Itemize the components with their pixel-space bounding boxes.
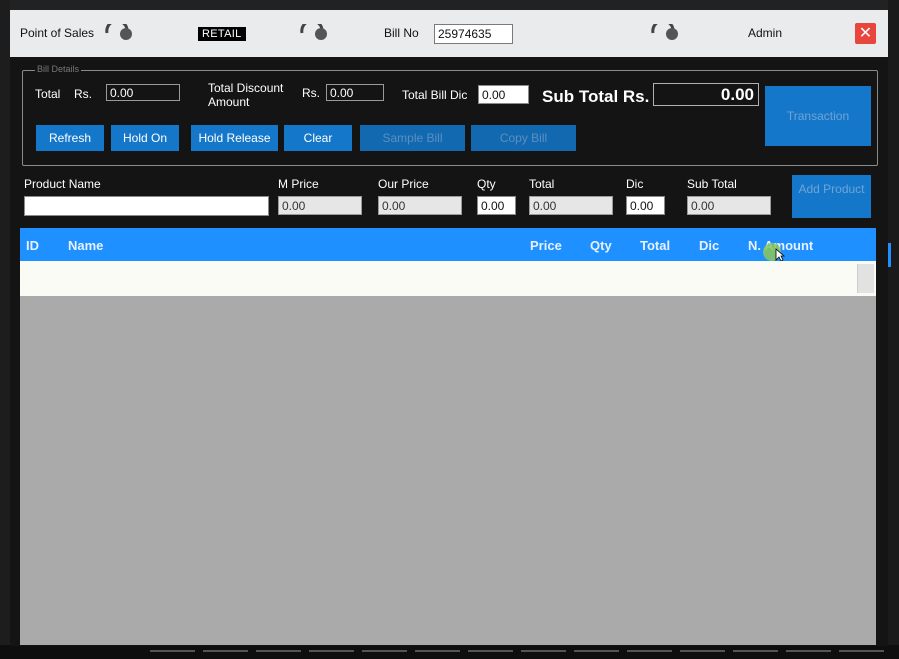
background-desktop-left — [0, 0, 10, 659]
qty-label: Qty — [477, 177, 496, 191]
total-field[interactable] — [106, 84, 180, 101]
product-name-field[interactable] — [24, 196, 269, 216]
product-sub-total-label: Sub Total — [687, 177, 737, 191]
m-price-field[interactable] — [278, 196, 362, 215]
total-label: Total — [35, 87, 61, 101]
total-discount-label: Total Discount Amount — [208, 81, 284, 109]
total-discount-field[interactable] — [326, 84, 384, 101]
product-name-label: Product Name — [24, 177, 101, 191]
toggle-icon[interactable] — [300, 24, 330, 42]
mouse-cursor-icon — [775, 248, 785, 262]
our-price-label: Our Price — [378, 177, 429, 191]
hold-release-button[interactable]: Hold Release — [191, 125, 278, 151]
toggle-icon[interactable] — [105, 24, 135, 42]
sample-bill-button[interactable]: Sample Bill — [360, 125, 465, 151]
grid-col-price[interactable]: Price — [530, 238, 562, 253]
transaction-button[interactable]: Transaction — [765, 86, 871, 146]
pos-window: Point of Sales RETAIL Bill No Admin ✕ Bi… — [10, 10, 888, 646]
discount-rs-label: Rs. — [302, 86, 320, 100]
total-rs-label: Rs. — [74, 87, 92, 101]
grid-col-id[interactable]: ID — [26, 238, 39, 253]
background-desktop-top — [0, 0, 899, 10]
grid-col-qty[interactable]: Qty — [590, 238, 612, 253]
mode-badge: RETAIL — [198, 27, 246, 41]
add-product-button[interactable]: Add Product — [792, 175, 871, 218]
items-grid[interactable]: ID Name Price Qty Total Dic N. Amount — [20, 228, 876, 645]
sub-total-value: 0.00 — [653, 83, 759, 106]
product-sub-total-field[interactable] — [687, 196, 771, 215]
m-price-label: M Price — [278, 177, 319, 191]
total-bill-dic-label: Total Bill Dic — [402, 88, 468, 102]
table-row[interactable] — [20, 261, 876, 296]
dic-field[interactable] — [626, 196, 665, 215]
user-name: Admin — [748, 26, 783, 40]
grid-col-name[interactable]: Name — [68, 238, 103, 253]
total-col-label: Total — [529, 177, 555, 191]
qty-field[interactable] — [477, 196, 516, 215]
app-title: Point of Sales — [20, 26, 95, 40]
dic-label: Dic — [626, 177, 644, 191]
group-legend: Bill Details — [35, 64, 82, 74]
our-price-field[interactable] — [378, 196, 462, 215]
hold-on-button[interactable]: Hold On — [111, 125, 179, 151]
copy-bill-button[interactable]: Copy Bill — [471, 125, 576, 151]
clear-button[interactable]: Clear — [284, 125, 352, 151]
total-bill-dic-field[interactable] — [478, 85, 529, 104]
grid-col-total[interactable]: Total — [640, 238, 670, 253]
refresh-button[interactable]: Refresh — [36, 125, 104, 151]
bill-no-field[interactable] — [434, 24, 513, 44]
taskbar-strip — [0, 645, 899, 659]
sub-total-label: Sub Total Rs. — [542, 87, 650, 106]
bill-no-label: Bill No — [384, 26, 419, 40]
toggle-icon[interactable] — [651, 24, 681, 42]
background-desktop-right — [888, 0, 899, 659]
close-button[interactable]: ✕ — [855, 23, 876, 44]
scrollbar[interactable] — [857, 264, 874, 293]
grid-col-dic[interactable]: Dic — [699, 238, 719, 253]
total-field-product[interactable] — [529, 196, 613, 215]
grid-header: ID Name Price Qty Total Dic N. Amount — [20, 228, 876, 262]
title-bar: Point of Sales RETAIL Bill No Admin ✕ — [10, 10, 888, 57]
